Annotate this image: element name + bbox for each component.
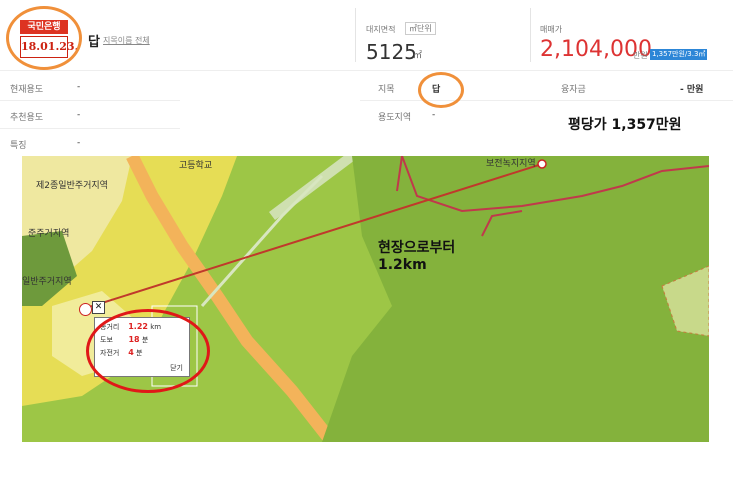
- loan-label: 융자금: [561, 85, 586, 95]
- zone-label: 용도지역: [378, 113, 412, 123]
- map-label-zone3: 일반주거지역: [22, 277, 72, 287]
- feature-label: 특징: [10, 141, 27, 151]
- current-use-label: 현재용도: [10, 85, 44, 95]
- recommended-use-value: -: [77, 110, 81, 120]
- loan-value: - 만원: [680, 85, 704, 95]
- map-label-station: 보전녹지지역: [486, 159, 536, 169]
- jimok-label: 지목: [378, 85, 395, 95]
- area-label: 대지면적: [366, 25, 396, 34]
- map-label-school: 고등학교: [179, 161, 213, 171]
- row-divider: [0, 128, 180, 129]
- zone-value: -: [432, 110, 436, 120]
- land-category: 답: [88, 35, 100, 50]
- header-divider: [530, 8, 531, 62]
- current-use-value: -: [77, 82, 81, 92]
- row-divider: [0, 100, 180, 101]
- close-icon[interactable]: ✕: [92, 301, 105, 314]
- date-highlight-circle: [6, 6, 82, 70]
- price-per-pyeong-annotation: 평당가 1,357만원: [568, 117, 682, 133]
- map-label-zone1: 제2종일반주거지역: [36, 181, 108, 191]
- area-unit: ㎡: [413, 51, 423, 61]
- price-label: 매매가: [540, 25, 563, 34]
- map-layers: [22, 156, 709, 442]
- unit-toggle-button[interactable]: ㎡단위: [405, 22, 436, 35]
- recommended-use-label: 추천용도: [10, 113, 44, 123]
- location-pin-icon[interactable]: [79, 303, 92, 316]
- row-divider: [0, 70, 733, 71]
- distance-line1: 현장으로부터: [378, 240, 456, 256]
- distance-line2: 1.2km: [378, 257, 427, 273]
- row-divider: [360, 100, 733, 101]
- map-label-zone2: 준주거지역: [28, 229, 70, 239]
- jimok-highlight-circle: [418, 72, 464, 108]
- listing-header: 국민은행 18.01.23. 답 지목이름 전체 대지면적 ㎡단위 5125 ㎡…: [0, 0, 733, 70]
- conservation-area: [322, 156, 709, 442]
- price-unit: 만원: [633, 51, 648, 60]
- target-marker: [537, 159, 547, 169]
- header-divider: [355, 8, 356, 62]
- zoning-map[interactable]: 고등학교 제2종일반주거지역 준주거지역 일반주거지역 보전녹지지역 현장으로부…: [22, 156, 709, 442]
- popup-highlight-circle: [86, 309, 210, 393]
- full-category-link[interactable]: 지목이름 전체: [103, 35, 150, 46]
- price-per-area-badge: 1,357만원/3.3㎡: [650, 49, 708, 60]
- feature-value: -: [77, 138, 81, 148]
- distance-annotation: 현장으로부터 1.2km: [378, 240, 455, 274]
- area-value: 5125: [366, 40, 417, 64]
